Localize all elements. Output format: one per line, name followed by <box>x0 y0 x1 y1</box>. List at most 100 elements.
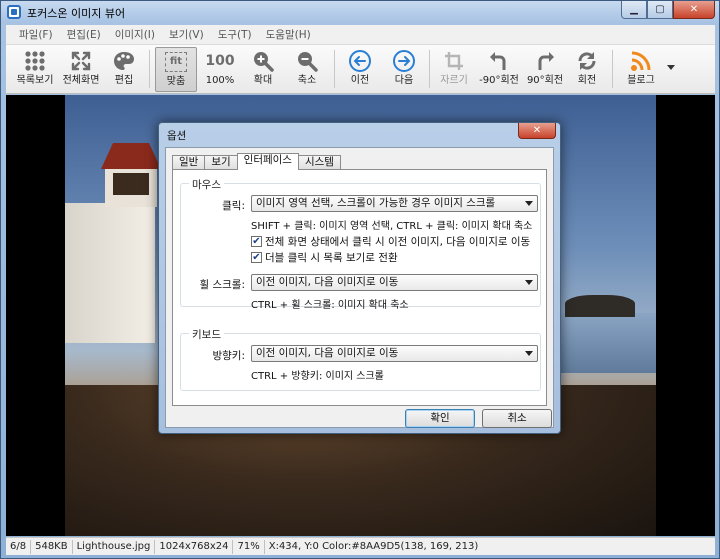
menu-file[interactable]: 파일(F) <box>12 27 60 42</box>
toolbar-separator <box>612 50 613 88</box>
menu-help[interactable]: 도움말(H) <box>259 27 318 42</box>
rotate-cw-button[interactable]: 90°회전 <box>524 47 566 92</box>
zoom-out-label: 축소 <box>297 75 317 86</box>
tab-system[interactable]: 시스템 <box>297 155 341 170</box>
expand-icon <box>70 47 92 75</box>
dialog-close-button[interactable]: ✕ <box>518 123 556 139</box>
title-bar[interactable]: 포커스온 이미지 뷰어 ▁ ▢ ✕ <box>1 1 719 23</box>
actual-size-button[interactable]: 100 100% <box>202 47 238 92</box>
previous-button[interactable]: 이전 <box>342 47 378 92</box>
keyboard-group-title: 키보드 <box>189 327 224 342</box>
photo-lighthouse-window <box>113 173 149 195</box>
arrow-left-circle-icon <box>348 47 372 75</box>
zoom-out-button[interactable]: 축소 <box>290 47 324 92</box>
minimize-button[interactable]: ▁ <box>621 1 647 19</box>
menu-bar: 파일(F) 편집(E) 이미지(I) 보기(V) 도구(T) 도움말(H) <box>6 25 715 45</box>
next-button[interactable]: 다음 <box>386 47 422 92</box>
status-filesize: 548KB <box>31 539 73 554</box>
click-action-select[interactable]: 이미지 영역 선택, 스크롤이 가능한 경우 이미지 스크롤 <box>251 195 538 212</box>
chevron-down-icon <box>525 351 533 356</box>
ok-button[interactable]: 확인 <box>405 409 475 428</box>
rotate-button[interactable]: 회전 <box>570 47 604 92</box>
crop-button[interactable]: 자르기 <box>436 47 472 92</box>
blog-button[interactable]: 블로그 <box>621 47 661 92</box>
actual-size-label: 100% <box>205 75 235 86</box>
dialog-title: 옵션 <box>167 130 187 142</box>
menu-view[interactable]: 보기(V) <box>162 27 211 42</box>
arrow-right-circle-icon <box>392 47 416 75</box>
fullscreen-label: 전체화면 <box>62 75 100 86</box>
status-dimensions: 1024x768x24 <box>155 539 234 554</box>
toolbar-separator <box>429 50 430 88</box>
fullscreen-click-label: 전체 화면 상태에서 클릭 시 이전 이미지, 다음 이미지로 이동 <box>265 236 531 248</box>
rotate-left-icon <box>488 47 510 75</box>
chevron-down-icon <box>525 280 533 285</box>
chevron-down-icon <box>525 201 533 206</box>
wheel-label: 휠 스크롤: <box>199 279 245 291</box>
click-label: 클릭: <box>222 200 245 212</box>
edit-button[interactable]: 편집 <box>106 47 142 92</box>
status-index: 6/8 <box>6 539 32 554</box>
rotate-cw-label: 90°회전 <box>526 75 564 86</box>
zoom-in-label: 확대 <box>253 75 273 86</box>
refresh-icon <box>576 47 598 75</box>
edit-label: 편집 <box>114 75 134 86</box>
toolbar-separator <box>334 50 335 88</box>
next-label: 다음 <box>394 75 414 86</box>
rss-icon <box>630 47 652 75</box>
double-click-checkbox[interactable]: ✔ 더블 클릭 시 목록 보기로 전환 <box>251 250 398 265</box>
zoom-in-icon <box>252 47 274 75</box>
zoom-in-button[interactable]: 확대 <box>246 47 280 92</box>
arrow-keys-select[interactable]: 이전 이미지, 다음 이미지로 이동 <box>251 345 538 362</box>
click-note: SHIFT + 클릭: 이미지 영역 선택, CTRL + 클릭: 이미지 확대… <box>251 221 533 232</box>
tab-interface[interactable]: 인터페이스 <box>236 153 299 170</box>
fit-icon: fit <box>165 48 187 76</box>
app-icon <box>7 5 21 19</box>
rotate-ccw-button[interactable]: -90°회전 <box>478 47 520 92</box>
wheel-action-select[interactable]: 이전 이미지, 다음 이미지로 이동 <box>251 274 538 291</box>
thumbnails-button[interactable]: 목록보기 <box>12 47 58 92</box>
fullscreen-button[interactable]: 전체화면 <box>60 47 102 92</box>
photo-lighthouse-body <box>65 203 155 343</box>
menu-tools[interactable]: 도구(T) <box>211 27 259 42</box>
keyboard-group: 키보드 방향키: 이전 이미지, 다음 이미지로 이동 CTRL + 방향키: … <box>180 327 541 391</box>
menu-edit[interactable]: 편집(E) <box>60 27 108 42</box>
status-coords-color: X:434, Y:0 Color:#8AA9D5(138, 169, 213) <box>268 540 479 552</box>
rotate-right-icon <box>534 47 556 75</box>
dialog-tabs: 일반 보기 인터페이스 시스템 <box>172 153 341 170</box>
wheel-note: CTRL + 휠 스크롤: 이미지 확대 축소 <box>251 300 409 311</box>
crop-icon <box>443 47 465 75</box>
tab-general[interactable]: 일반 <box>172 155 206 170</box>
toolbar-separator <box>149 50 150 88</box>
window-title: 포커스온 이미지 뷰어 <box>27 7 126 20</box>
tab-view[interactable]: 보기 <box>204 155 238 170</box>
grid-icon <box>24 47 46 75</box>
arrow-keys-value: 이전 이미지, 다음 이미지로 이동 <box>256 347 399 359</box>
toolbar-more-dropdown-icon[interactable] <box>667 65 675 70</box>
options-dialog: 옵션 ✕ 일반 보기 인터페이스 시스템 마우스 클릭: 이미지 영역 선택, … <box>158 122 561 434</box>
rotate-ccw-label: -90°회전 <box>479 75 519 86</box>
photo-lighthouse-roof <box>101 143 161 169</box>
fit-label: 맞춤 <box>166 76 186 87</box>
interface-panel: 마우스 클릭: 이미지 영역 선택, 스크롤이 가능한 경우 이미지 스크롤 S… <box>172 169 547 406</box>
crop-label: 자르기 <box>440 75 468 86</box>
checkbox-checked-icon: ✔ <box>251 235 262 247</box>
fullscreen-click-checkbox[interactable]: ✔ 전체 화면 상태에서 클릭 시 이전 이미지, 다음 이미지로 이동 <box>251 234 530 249</box>
close-button[interactable]: ✕ <box>673 1 715 19</box>
status-zoom: 71% <box>233 539 265 554</box>
thumbnails-label: 목록보기 <box>16 75 54 86</box>
rotate-label: 회전 <box>577 75 597 86</box>
maximize-button[interactable]: ▢ <box>647 1 673 19</box>
arrow-keys-label: 방향키: <box>212 350 245 362</box>
cancel-button[interactable]: 취소 <box>482 409 552 428</box>
mouse-group-title: 마우스 <box>189 177 224 192</box>
photo-island <box>565 295 635 317</box>
arrow-keys-note: CTRL + 방향키: 이미지 스크롤 <box>251 371 384 382</box>
window-controls: ▁ ▢ ✕ <box>621 1 715 19</box>
double-click-label: 더블 클릭 시 목록 보기로 전환 <box>265 252 398 264</box>
checkbox-checked-icon: ✔ <box>251 251 262 263</box>
fit-button[interactable]: fit 맞춤 <box>155 47 197 92</box>
status-bar: 6/8 548KB Lighthouse.jpg 1024x768x24 71%… <box>6 537 715 555</box>
menu-image[interactable]: 이미지(I) <box>108 27 162 42</box>
palette-icon <box>112 47 136 75</box>
